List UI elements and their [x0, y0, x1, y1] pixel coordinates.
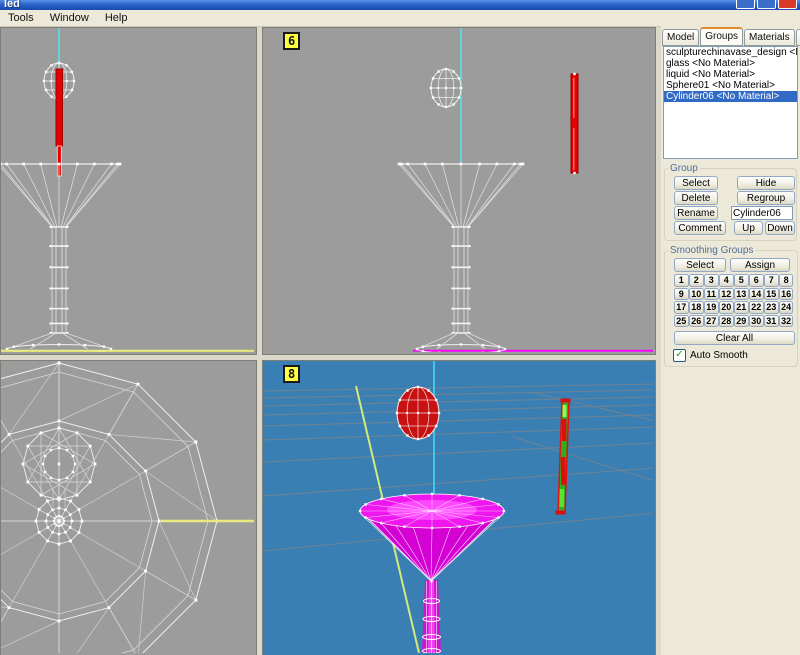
viewport-3d[interactable]: 8: [262, 360, 656, 655]
smoothing-group-27-button[interactable]: 27: [704, 315, 719, 328]
maximize-button[interactable]: [757, 0, 776, 9]
side-panel: Model Groups Materials Joints sculpturec…: [661, 26, 800, 655]
smoothing-group-6-button[interactable]: 6: [749, 274, 764, 287]
smoothing-group-24-button[interactable]: 24: [779, 301, 794, 314]
smoothing-group-12-button[interactable]: 12: [719, 288, 734, 301]
viewport-front[interactable]: [0, 27, 257, 355]
smoothing-group-1-button[interactable]: 1: [674, 274, 689, 287]
top-view-wireframe: [1, 361, 254, 653]
tab-groups[interactable]: Groups: [700, 27, 743, 46]
rename-button[interactable]: Rename: [674, 206, 718, 220]
group-list-item[interactable]: sculpturechinavase_design <No Material>: [664, 47, 797, 58]
smoothing-group-30-button[interactable]: 30: [749, 315, 764, 328]
viewport-side[interactable]: 6: [262, 27, 656, 355]
tab-materials[interactable]: Materials: [744, 29, 795, 46]
smoothing-section-title: Smoothing Groups: [668, 245, 755, 256]
group-list-item[interactable]: liquid <No Material>: [664, 69, 797, 80]
smoothing-group-15-button[interactable]: 15: [764, 288, 779, 301]
smoothing-group-26-button[interactable]: 26: [689, 315, 704, 328]
menu-window[interactable]: Window: [42, 11, 97, 25]
down-button[interactable]: Down: [765, 221, 795, 235]
regroup-button[interactable]: Regroup: [737, 191, 795, 205]
group-section-title: Group: [668, 163, 700, 174]
delete-button[interactable]: Delete: [674, 191, 718, 205]
side-view-wireframe: [263, 28, 653, 352]
comment-button[interactable]: Comment: [674, 221, 726, 235]
smoothing-group-20-button[interactable]: 20: [719, 301, 734, 314]
hide-button[interactable]: Hide: [737, 176, 795, 190]
app-window: led Tools Window Help 6 8 Model Groups: [0, 0, 800, 655]
smoothing-group-14-button[interactable]: 14: [749, 288, 764, 301]
smoothing-group-29-button[interactable]: 29: [734, 315, 749, 328]
window-title: led: [4, 0, 20, 10]
viewport-label-8: 8: [283, 365, 300, 383]
smoothing-numbers: 1234567891011121314151617181920212223242…: [674, 274, 797, 328]
smoothing-group-17-button[interactable]: 17: [674, 301, 689, 314]
smoothing-group-28-button[interactable]: 28: [719, 315, 734, 328]
smoothing-select-button[interactable]: Select: [674, 258, 726, 272]
up-button[interactable]: Up: [734, 221, 763, 235]
viewport-top[interactable]: [0, 360, 257, 655]
minimize-button[interactable]: [736, 0, 755, 9]
tab-model[interactable]: Model: [662, 29, 699, 46]
smoothing-group-32-button[interactable]: 32: [779, 315, 794, 328]
smoothing-group-21-button[interactable]: 21: [734, 301, 749, 314]
smoothing-section: Smoothing Groups Select Assign 123456789…: [664, 245, 798, 367]
smoothing-group-3-button[interactable]: 3: [704, 274, 719, 287]
smoothing-group-8-button[interactable]: 8: [779, 274, 794, 287]
panel-tabs: Model Groups Materials Joints: [661, 26, 800, 46]
group-list-item[interactable]: Cylinder06 <No Material>: [664, 91, 797, 102]
auto-smooth-checkbox[interactable]: ✓: [673, 349, 686, 362]
viewport-area: 6 8: [0, 27, 661, 655]
smoothing-group-2-button[interactable]: 2: [689, 274, 704, 287]
smoothing-assign-button[interactable]: Assign: [730, 258, 790, 272]
smoothing-group-13-button[interactable]: 13: [734, 288, 749, 301]
smoothing-group-9-button[interactable]: 9: [674, 288, 689, 301]
menu-help[interactable]: Help: [97, 11, 136, 25]
smoothing-group-22-button[interactable]: 22: [749, 301, 764, 314]
clear-all-button[interactable]: Clear All: [674, 331, 795, 345]
smoothing-group-31-button[interactable]: 31: [764, 315, 779, 328]
group-section: Group Select Hide Delete Regroup Rename …: [664, 163, 797, 241]
viewport-label-6: 6: [283, 32, 300, 50]
smoothing-group-19-button[interactable]: 19: [704, 301, 719, 314]
front-view-wireframe: [1, 28, 254, 352]
smoothing-group-11-button[interactable]: 11: [704, 288, 719, 301]
menu-tools[interactable]: Tools: [0, 11, 42, 25]
group-list-item[interactable]: Sphere01 <No Material>: [664, 80, 797, 91]
smoothing-group-5-button[interactable]: 5: [734, 274, 749, 287]
group-list-item[interactable]: glass <No Material>: [664, 58, 797, 69]
select-button[interactable]: Select: [674, 176, 718, 190]
smoothing-group-23-button[interactable]: 23: [764, 301, 779, 314]
smoothing-group-7-button[interactable]: 7: [764, 274, 779, 287]
perspective-view-render: [263, 361, 653, 653]
smoothing-group-25-button[interactable]: 25: [674, 315, 689, 328]
tab-joints[interactable]: Joints: [796, 29, 800, 46]
group-name-input[interactable]: [731, 206, 793, 220]
smoothing-group-16-button[interactable]: 16: [779, 288, 794, 301]
smoothing-group-18-button[interactable]: 18: [689, 301, 704, 314]
smoothing-group-4-button[interactable]: 4: [719, 274, 734, 287]
close-button[interactable]: [778, 0, 797, 9]
window-controls: [736, 0, 797, 9]
menubar: Tools Window Help: [0, 10, 800, 27]
groups-list[interactable]: sculpturechinavase_design <No Material>g…: [663, 46, 798, 159]
auto-smooth-label: Auto Smooth: [690, 350, 748, 361]
smoothing-group-10-button[interactable]: 10: [689, 288, 704, 301]
titlebar: led: [0, 0, 800, 10]
